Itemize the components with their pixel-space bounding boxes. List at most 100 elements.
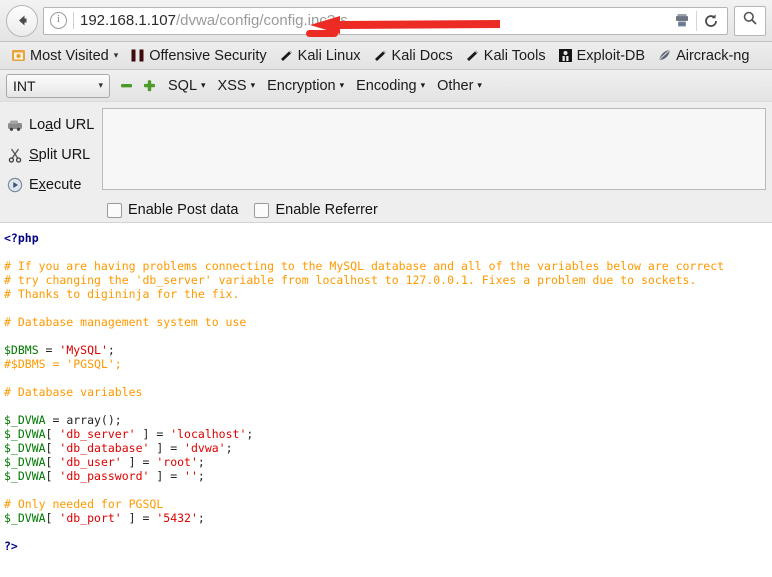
bookmark-most-visited[interactable]: Most Visited ▾ [5,44,124,68]
code-token: $_DVWA [4,441,46,455]
url-path: /dvwa/config/config.inc?-s [175,12,348,29]
code-token: 'localhost' [170,427,247,441]
bookmarks-bar: Most Visited ▾ Offensive Security Kali L… [0,42,772,70]
reader-view-icon[interactable] [668,8,696,34]
bookmark-kali-linux[interactable]: Kali Linux [273,44,367,68]
url-divider [73,12,74,29]
bookmark-aircrack-ng[interactable]: Aircrack-ng [651,44,755,68]
url-bar[interactable]: i 192.168.1.107/dvwa/config/config.inc?-… [43,6,728,35]
code-token: ; [225,441,233,455]
hackbar-menu-other[interactable]: Other ▾ [437,78,482,94]
bookmark-offensive-security[interactable]: Offensive Security [124,44,272,68]
code-line: $DBMS = 'MySQL'; [4,343,772,357]
code-token: $DBMS [4,343,39,357]
menu-label: Other [437,77,474,94]
execute-label: Execute [29,177,82,193]
code-token: # Database management system to use [4,315,247,329]
code-token: = array(); [45,413,122,427]
hackbar-menu-encryption[interactable]: Encryption ▾ [267,78,344,94]
hackbar-menu-sql[interactable]: SQL ▾ [168,78,206,94]
code-token: 'db_database' [59,441,150,455]
load-url-icon [4,117,26,133]
code-line: # Only needed for PGSQL [4,497,772,511]
hackbar-menu-encoding[interactable]: Encoding ▾ [356,78,425,94]
url-host: 192.168.1.107 [80,12,176,29]
chevron-down-icon: ▾ [339,80,345,90]
split-url-label: Split URL [29,147,91,163]
split-url-icon [4,147,26,163]
menu-label: Encryption [267,77,336,94]
code-token: '5432' [156,511,198,525]
code-token: 'dvwa' [184,441,226,455]
execute-button[interactable]: Execute [4,170,102,200]
bookmark-label: Exploit-DB [576,47,646,64]
urlbar-actions [668,8,725,34]
code-line: $_DVWA = array(); [4,413,772,427]
chevron-down-icon: ▾ [420,80,426,90]
code-token: ; [107,343,115,357]
code-token: # try changing the 'db_server' variable … [4,273,697,287]
hackbar-url-textarea[interactable] [102,108,766,190]
code-token: 'db_password' [59,469,150,483]
code-token: ?> [4,539,18,553]
checkbox-box [107,202,122,218]
checkbox-label: Enable Referrer [275,202,378,218]
code-token: '' [184,469,198,483]
load-url-label: Load URL [29,117,95,133]
load-url-button[interactable]: Load URL [4,110,102,140]
code-token: ] = [135,427,171,441]
enable-post-data-checkbox[interactable]: Enable Post data [107,202,238,218]
offensive-security-icon [130,48,145,63]
hackbar-checkbox-row: Enable Post data Enable Referrer [102,202,766,218]
code-token: [ [45,441,60,455]
code-token: ] = [149,469,185,483]
code-token: $_DVWA [4,427,46,441]
search-icon [742,10,758,31]
kali-icon [279,48,294,63]
hackbar-menu-xss[interactable]: XSS ▾ [218,78,256,94]
chevron-down-icon: ▾ [113,50,119,60]
code-token: 'MySQL' [59,343,108,357]
chevron-down-icon: ▾ [98,80,103,90]
site-info-icon[interactable]: i [50,12,67,29]
hackbar-panel: Load URL Split URL Execute Enable Post d… [0,102,772,223]
back-arrow-icon [14,12,31,29]
code-token: 'db_user' [59,455,122,469]
code-token: [ [45,511,60,525]
code-token: ] = [121,455,157,469]
code-line: # If you are having problems connecting … [4,259,772,273]
code-token: $_DVWA [4,455,46,469]
hackbar-toolbar: INT ▾ SQL ▾ XSS ▾ Encryption ▾ Encoding … [0,70,772,102]
code-token: $_DVWA [4,469,46,483]
search-button[interactable] [734,5,766,36]
exploit-db-icon [558,48,573,63]
reload-icon[interactable] [697,8,725,34]
code-line: ?> [4,539,772,553]
code-token: ; [197,469,205,483]
code-token: # Only needed for PGSQL [4,497,164,511]
plus-icon[interactable] [143,79,156,92]
back-button[interactable] [6,4,38,37]
code-line: # Thanks to digininja for the fix. [4,287,772,301]
chevron-down-icon: ▾ [250,80,256,90]
code-line: $_DVWA[ 'db_password' ] = ''; [4,469,772,483]
code-token: ] = [121,511,157,525]
code-token: # Thanks to digininja for the fix. [4,287,240,301]
enable-referrer-checkbox[interactable]: Enable Referrer [254,202,378,218]
bookmark-exploit-db[interactable]: Exploit-DB [552,44,652,68]
navigation-toolbar: i 192.168.1.107/dvwa/config/config.inc?-… [0,0,772,42]
bookmark-kali-tools[interactable]: Kali Tools [459,44,552,68]
split-url-button[interactable]: Split URL [4,140,102,170]
hackbar-type-select[interactable]: INT ▾ [6,73,110,98]
chevron-down-icon: ▾ [201,80,206,90]
bookmark-label: Most Visited [30,47,109,64]
bookmark-kali-docs[interactable]: Kali Docs [367,44,459,68]
aircrack-icon [657,48,672,63]
minus-icon[interactable] [120,79,133,92]
code-line: # try changing the 'db_server' variable … [4,273,772,287]
